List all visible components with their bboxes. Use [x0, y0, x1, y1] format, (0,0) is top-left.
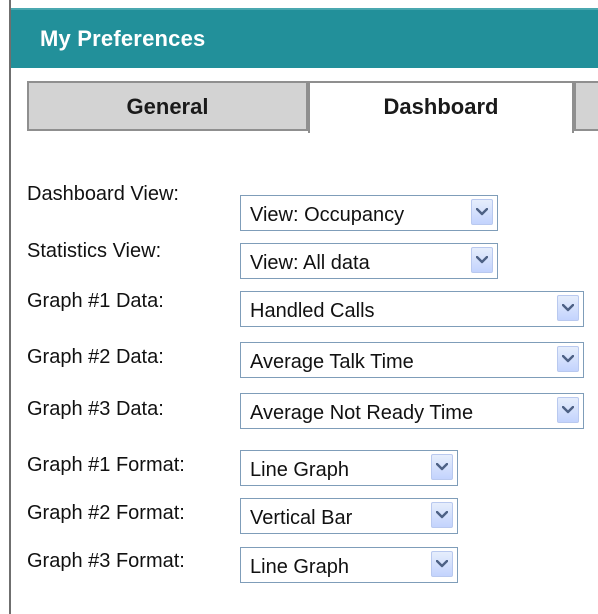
graph1-data-label: Graph #1 Data:	[27, 290, 164, 312]
chevron-down-icon[interactable]	[471, 199, 493, 225]
graph1-data-value: Handled Calls	[250, 300, 375, 322]
graph2-format-label: Graph #2 Format:	[27, 502, 185, 524]
chevron-down-icon[interactable]	[557, 397, 579, 423]
chevron-down-icon[interactable]	[557, 346, 579, 372]
graph1-format-label: Graph #1 Format:	[27, 454, 185, 476]
form-row-graph2-data: Graph #2 Data: Average Talk Time	[0, 330, 598, 378]
form-row-graph3-data: Graph #3 Data: Average Not Ready Time	[0, 380, 598, 429]
graph3-data-value: Average Not Ready Time	[250, 402, 474, 424]
chevron-down-icon[interactable]	[431, 551, 453, 577]
chevron-down-icon[interactable]	[431, 454, 453, 480]
statistics-view-value: View: All data	[250, 252, 370, 274]
graph2-data-value: Average Talk Time	[250, 351, 414, 373]
graph2-data-select[interactable]: Average Talk Time	[240, 342, 584, 378]
graph3-data-label: Graph #3 Data:	[27, 398, 164, 420]
statistics-view-select[interactable]: View: All data	[240, 243, 498, 279]
graph3-format-label: Graph #3 Format:	[27, 550, 185, 572]
graph3-format-select[interactable]: Line Graph	[240, 547, 458, 583]
graph1-format-value: Line Graph	[250, 459, 349, 481]
dashboard-view-label: Dashboard View:	[27, 183, 179, 205]
dashboard-view-select[interactable]: View: Occupancy	[240, 195, 498, 231]
statistics-view-label: Statistics View:	[27, 240, 162, 262]
form-row-statistics-view: Statistics View: View: All data	[0, 234, 598, 279]
graph2-format-value: Vertical Bar	[250, 507, 353, 529]
chevron-down-icon[interactable]	[471, 247, 493, 273]
graph1-data-select[interactable]: Handled Calls	[240, 291, 584, 327]
form-row-graph3-format: Graph #3 Format: Line Graph	[0, 540, 598, 583]
form-row-graph1-data: Graph #1 Data: Handled Calls	[0, 282, 598, 327]
chevron-down-icon[interactable]	[557, 295, 579, 321]
dashboard-preferences-form: Dashboard View: View: Occupancy Statisti…	[0, 0, 598, 614]
form-row-dashboard-view: Dashboard View: View: Occupancy	[0, 183, 598, 231]
form-row-graph2-format: Graph #2 Format: Vertical Bar	[0, 492, 598, 534]
graph2-format-select[interactable]: Vertical Bar	[240, 498, 458, 534]
form-row-graph1-format: Graph #1 Format: Line Graph	[0, 444, 598, 486]
graph1-format-select[interactable]: Line Graph	[240, 450, 458, 486]
chevron-down-icon[interactable]	[431, 502, 453, 528]
graph3-format-value: Line Graph	[250, 556, 349, 578]
graph3-data-select[interactable]: Average Not Ready Time	[240, 393, 584, 429]
dashboard-view-value: View: Occupancy	[250, 204, 405, 226]
graph2-data-label: Graph #2 Data:	[27, 346, 164, 368]
